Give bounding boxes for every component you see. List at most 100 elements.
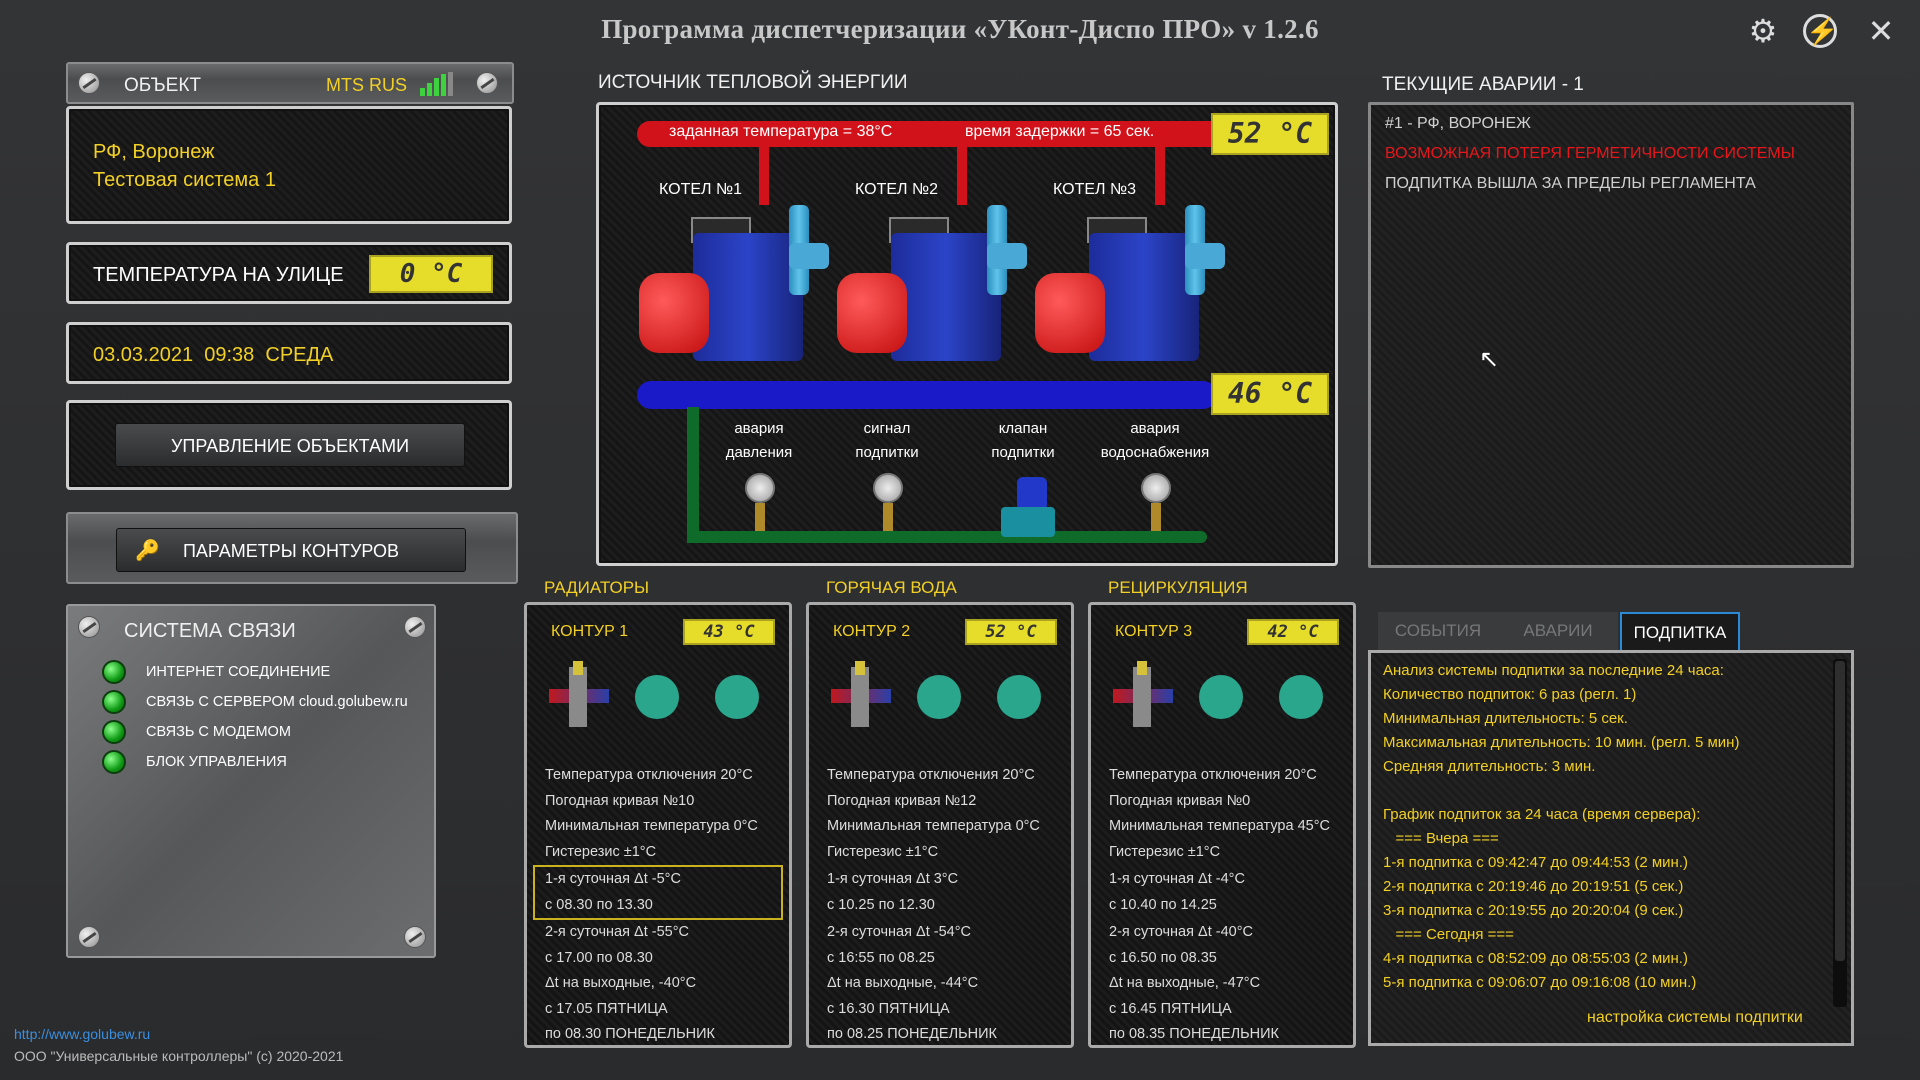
circuit-1-panel: КОНТУР 1 43 °C Температура отключения 20… xyxy=(524,602,792,1048)
podpitka-line: Количество подпиток: 6 раз (регл. 1) xyxy=(1383,686,1637,703)
circuit-params-list: Температура отключения 20°C Погодная кри… xyxy=(527,763,789,1048)
circuit-params-list: Температура отключения 20°C Погодная кри… xyxy=(809,763,1071,1048)
sensor-label: сигнал подпитки xyxy=(855,420,919,461)
circuit-params-list: Температура отключения 20°C Погодная кри… xyxy=(1091,763,1353,1048)
circuit-temp: 52 °C xyxy=(965,619,1057,645)
outdoor-temp-label: ТЕМПЕРАТУРА НА УЛИЦЕ xyxy=(93,264,344,286)
screw-icon xyxy=(78,616,100,638)
makeup-valve-icon[interactable] xyxy=(1001,477,1055,547)
circuit-param-row: по 08.25 ПОНЕДЕЛЬНИК xyxy=(827,1026,997,1042)
sensor-label: авария водоснабжения xyxy=(1100,420,1210,461)
circuit-param-row: 2-я суточная Δt -55°C xyxy=(545,924,689,940)
delay-text: время задержки = 65 сек. xyxy=(965,123,1155,140)
boiler-label: КОТЕЛ №2 xyxy=(855,181,939,198)
outdoor-temp-panel: ТЕМПЕРАТУРА НА УЛИЦЕ 0 °C xyxy=(66,242,512,304)
alarm-item[interactable]: #1 - РФ, ВОРОНЕЖ xyxy=(1385,115,1531,133)
alarms-title: ТЕКУЩИЕ АВАРИИ - 1 xyxy=(1382,74,1584,95)
power-icon[interactable]: ⚡ xyxy=(1803,14,1838,48)
outdoor-temp-value: 0 °C xyxy=(369,255,493,293)
alarm-item[interactable]: ПОДПИТКА ВЫШЛА ЗА ПРЕДЕЛЫ РЕГЛАМЕНТА xyxy=(1385,175,1756,193)
circuit-param-row: с 17.05 ПЯТНИЦА xyxy=(545,1000,668,1017)
title-bar: Программа диспетчеризации «УКонт-Диспо П… xyxy=(0,0,1920,64)
circuit-param-row: с 16.45 ПЯТНИЦА xyxy=(1109,1000,1232,1017)
podpitka-line: 4-я подпитка с 08:52:09 до 08:55:03 (2 м… xyxy=(1383,950,1688,967)
podpitka-settings-link[interactable]: настройка системы подпитки xyxy=(1587,1009,1803,1027)
circuit-pumps-icon[interactable] xyxy=(821,661,1065,741)
circuit-param-row: по 08.30 ПОНЕДЕЛЬНИК xyxy=(545,1026,715,1042)
circuit-param-row: 2-я суточная Δt -54°C xyxy=(827,924,971,940)
return-pipe xyxy=(637,381,1217,409)
circuit-pumps-icon[interactable] xyxy=(1103,661,1347,741)
boiler-3-icon[interactable] xyxy=(1035,205,1225,375)
podpitka-panel: Анализ системы подпитки за последние 24 … xyxy=(1368,650,1854,1046)
water-alarm-gauge-icon xyxy=(1141,473,1171,503)
scrollbar-thumb[interactable] xyxy=(1835,661,1845,961)
active-period-highlight: 1-я суточная Δt -5°C с 08.30 по 13.30 xyxy=(533,865,783,920)
circuit-param-row: Погодная кривая №0 xyxy=(1109,792,1251,809)
circuit-name: КОНТУР 1 xyxy=(551,623,629,640)
circuit-param-row: Гистерезис ±1°C xyxy=(545,843,657,860)
sensor-label: клапан подпитки xyxy=(991,420,1055,461)
circuit-param-row: Гистерезис ±1°C xyxy=(827,843,939,860)
podpitka-line: 2-я подпитка с 20:19:46 до 20:19:51 (5 с… xyxy=(1383,878,1684,895)
screw-icon xyxy=(78,926,100,948)
object-header-label: ОБЪЕКТ xyxy=(124,75,202,96)
circuit-param-row: с 08.30 по 13.30 xyxy=(545,896,653,913)
datetime-panel: 03.03.2021 09:38 СРЕДА xyxy=(66,322,512,384)
datetime-text: 03.03.2021 09:38 СРЕДА xyxy=(93,344,334,366)
circuit-name: КОНТУР 2 xyxy=(833,623,911,640)
circuit-section-title: РЕЦИРКУЛЯЦИЯ xyxy=(1108,578,1248,597)
podpitka-line: Анализ системы подпитки за последние 24 … xyxy=(1383,662,1724,679)
return-temp-value: 46 °C xyxy=(1211,373,1329,415)
podpitka-line xyxy=(1383,779,1827,803)
circuit-param-row: 1-я суточная Δt -4°C xyxy=(1109,871,1245,887)
comm-item: ИНТЕРНЕТ СОЕДИНЕНИЕ xyxy=(146,664,331,680)
circuit-param-row: 1-я суточная Δt 3°C xyxy=(827,871,959,887)
circuit-param-row: с 10.25 по 12.30 xyxy=(827,896,935,913)
comm-system-title: СИСТЕМА СВЯЗИ xyxy=(124,620,296,642)
circuit-param-row: 1-я суточная Δt -5°C xyxy=(545,871,681,887)
manage-objects-button[interactable]: УПРАВЛЕНИЕ ОБЪЕКТАМИ xyxy=(115,423,465,467)
circuit-temp: 43 °C xyxy=(683,619,775,645)
pressure-alarm-gauge-icon xyxy=(745,473,775,503)
circuit-param-row: Гистерезис ±1°C xyxy=(1109,843,1221,860)
status-led-icon xyxy=(102,660,126,684)
close-icon[interactable]: ✕ xyxy=(1862,12,1900,50)
circuit-param-row: с 16:55 по 08.25 xyxy=(827,949,935,966)
podpitka-line: === Вчера === xyxy=(1383,830,1499,847)
key-icon: 🔑 xyxy=(135,540,160,562)
object-info-panel: РФ, Воронеж Тестовая система 1 xyxy=(66,106,512,224)
tab-alarms[interactable]: АВАРИИ xyxy=(1498,612,1618,650)
object-location: РФ, Воронеж xyxy=(93,141,215,163)
podpitka-line: === Сегодня === xyxy=(1383,926,1514,943)
makeup-pipe xyxy=(687,531,1207,543)
comm-item: СВЯЗЬ С СЕРВЕРОМ cloud.golubew.ru xyxy=(146,694,408,710)
circuit-param-row: Температура отключения 20°C xyxy=(1109,767,1317,783)
podpitka-scrollbar[interactable] xyxy=(1833,659,1847,1007)
screw-icon xyxy=(404,616,426,638)
tab-podpitka[interactable]: ПОДПИТКА xyxy=(1620,612,1740,650)
circuit-param-row: Δt на выходные, -44°C xyxy=(827,975,979,991)
circuit-param-row: Погодная кривая №10 xyxy=(545,792,695,809)
podpitka-line: Максимальная длительность: 10 мин. (регл… xyxy=(1383,734,1740,751)
tab-events[interactable]: СОБЫТИЯ xyxy=(1378,612,1498,650)
podpitka-log: Анализ системы подпитки за последние 24 … xyxy=(1383,659,1827,1007)
circuit-param-row: с 17.00 по 08.30 xyxy=(545,949,653,966)
screw-icon xyxy=(476,72,498,94)
circuit-temp: 42 °C xyxy=(1247,619,1339,645)
alarms-panel: #1 - РФ, ВОРОНЕЖ ВОЗМОЖНАЯ ПОТЕРЯ ГЕРМЕТ… xyxy=(1368,102,1854,568)
settings-gear-icon[interactable]: ⚙ xyxy=(1744,12,1782,50)
circuit-section-title: РАДИАТОРЫ xyxy=(544,578,650,597)
boiler-2-icon[interactable] xyxy=(837,205,1027,375)
circuit-param-row: 2-я суточная Δt -40°C xyxy=(1109,924,1253,940)
alarm-item[interactable]: ВОЗМОЖНАЯ ПОТЕРЯ ГЕРМЕТИЧНОСТИ СИСТЕМЫ xyxy=(1385,145,1795,163)
boiler-1-icon[interactable] xyxy=(639,205,829,375)
circuit-param-row: с 16.30 ПЯТНИЦА xyxy=(827,1000,950,1017)
podpitka-line: 5-я подпитка с 09:06:07 до 09:16:08 (10 … xyxy=(1383,974,1697,991)
contour-params-button[interactable]: 🔑 ПАРАМЕТРЫ КОНТУРОВ xyxy=(116,528,466,572)
heat-source-panel: заданная температура = 38°C время задерж… xyxy=(596,102,1338,566)
circuit-pumps-icon[interactable] xyxy=(539,661,783,741)
website-link[interactable]: http://www.golubew.ru xyxy=(14,1026,150,1042)
mouse-cursor-icon: ↖ xyxy=(1479,346,1500,373)
circuit-param-row: Температура отключения 20°C xyxy=(827,767,1035,783)
